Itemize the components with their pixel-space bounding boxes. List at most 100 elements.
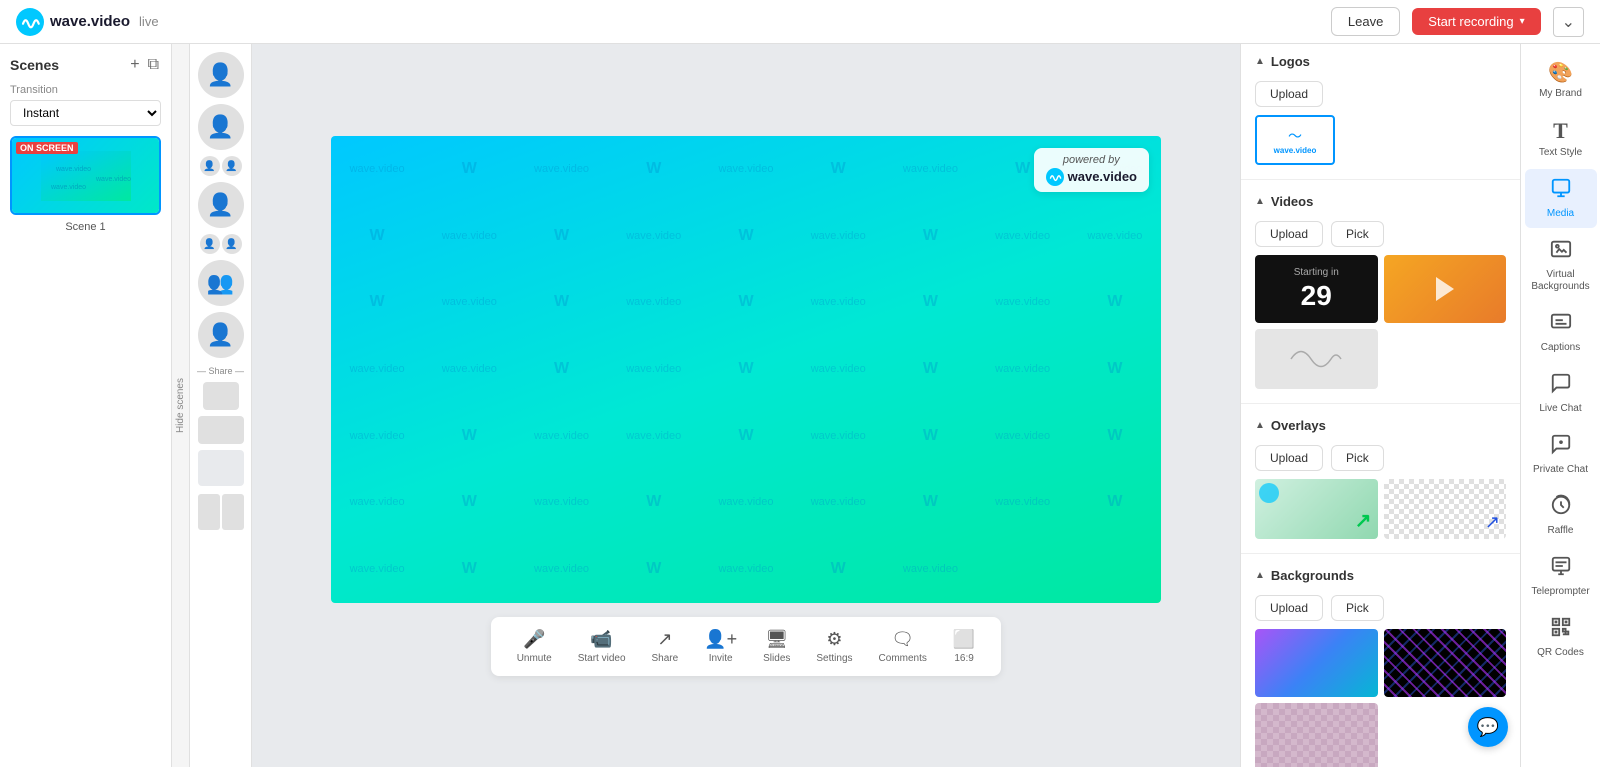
divider-3 (1241, 553, 1520, 554)
overlay-thumb-green[interactable]: ↗ (1255, 479, 1378, 539)
sidebar-label-media: Media (1547, 208, 1574, 220)
bg-thumb-texture[interactable] (1255, 703, 1378, 767)
sidebar-item-text-style[interactable]: T Text Style (1525, 110, 1597, 167)
videos-chevron-icon: ▲ (1255, 196, 1265, 207)
comments-icon: 🗨 (891, 629, 914, 650)
invite-button[interactable]: 👤+ Invite (694, 625, 747, 668)
sidebar-item-my-brand[interactable]: 🎨 My Brand (1525, 52, 1597, 108)
transition-label: Transition (10, 84, 161, 96)
video-thumb-play[interactable] (1384, 255, 1507, 323)
overlay-logo-icon (1259, 483, 1279, 503)
chat-fab-button[interactable]: 💬 (1468, 707, 1508, 747)
overlay-thumb-checkered[interactable]: ↗ (1384, 479, 1507, 539)
logos-upload-button[interactable]: Upload (1255, 81, 1323, 107)
sidebar-item-media[interactable]: Media (1525, 169, 1597, 228)
backgrounds-upload-button[interactable]: Upload (1255, 595, 1323, 621)
settings-label: Settings (816, 653, 852, 664)
start-recording-button[interactable]: Start recording ▾ (1412, 8, 1540, 35)
backgrounds-section-header[interactable]: ▲ Backgrounds (1241, 558, 1520, 589)
overlays-section-header[interactable]: ▲ Overlays (1241, 408, 1520, 439)
video-thumb-empty[interactable] (1255, 329, 1378, 389)
ratio-button[interactable]: ⬜ 16:9 (943, 625, 985, 668)
guest-slot-left (198, 494, 220, 530)
far-right-sidebar: 🎨 My Brand T Text Style Media (1520, 44, 1600, 767)
bg-thumb-dark-lines[interactable] (1384, 629, 1507, 697)
scene-1-thumbnail[interactable]: ON SCREEN wave.video wave.video wave.vid… (10, 136, 161, 215)
scenes-title: Scenes (10, 57, 59, 73)
logos-section-header[interactable]: ▲ Logos (1241, 44, 1520, 75)
guest-bottom-item (198, 450, 244, 486)
settings-icon: ⚙ (826, 629, 842, 650)
media-icon (1550, 177, 1572, 205)
copy-scene-button[interactable]: ⧉ (146, 54, 161, 76)
ratio-label: 16:9 (954, 653, 973, 664)
sidebar-label-virtual-backgrounds: Virtual Backgrounds (1529, 269, 1593, 293)
videos-pick-button[interactable]: Pick (1331, 221, 1384, 247)
overlays-upload-button[interactable]: Upload (1255, 445, 1323, 471)
scenes-header: Scenes + ⧉ (10, 54, 161, 76)
overlays-grid: ↗ ↗ (1255, 479, 1506, 539)
start-video-button[interactable]: 📹 Start video (568, 625, 636, 668)
logos-chevron-icon: ▲ (1255, 56, 1265, 67)
waveform-icon (1286, 339, 1346, 379)
sidebar-label-text-style: Text Style (1539, 147, 1582, 159)
videos-section-header[interactable]: ▲ Videos (1241, 184, 1520, 215)
guest-avatar-sm-1: 👤 (200, 156, 220, 176)
add-scene-button[interactable]: + (128, 54, 141, 76)
overlays-section-body: Upload Pick ↗ ↗ (1241, 439, 1520, 549)
sidebar-label-live-chat: Live Chat (1539, 403, 1581, 415)
videos-upload-button[interactable]: Upload (1255, 221, 1323, 247)
comments-button[interactable]: 🗨 Comments (869, 625, 937, 668)
transition-select[interactable]: Instant (10, 100, 161, 126)
sidebar-item-virtual-backgrounds[interactable]: Virtual Backgrounds (1525, 230, 1597, 301)
video-thumb-countdown[interactable]: Starting in 29 (1255, 255, 1378, 323)
unmute-label: Unmute (517, 653, 552, 664)
video-off-icon: 📹 (590, 629, 612, 650)
powered-by-text: powered by (1063, 154, 1120, 166)
on-screen-badge: ON SCREEN (16, 142, 78, 154)
leave-button[interactable]: Leave (1331, 7, 1400, 36)
overlays-pick-button[interactable]: Pick (1331, 445, 1384, 471)
settings-button[interactable]: ⚙ Settings (806, 625, 862, 668)
sidebar-item-raffle[interactable]: Raffle (1525, 486, 1597, 545)
unmute-button[interactable]: 🎤 Unmute (507, 625, 562, 668)
toolbar: 🎤 Unmute 📹 Start video ↗ Share 👤+ Invite… (491, 617, 1002, 676)
guest-avatar-4: 👥 (198, 260, 244, 306)
guest-avatar-icon-4: 👥 (207, 270, 234, 296)
overlay-arrow-1-icon: ↗ (1355, 508, 1372, 533)
main-canvas: wave.video W wave.video W wave.video W w… (331, 136, 1161, 603)
svg-text:wave.video: wave.video (50, 184, 86, 191)
backgrounds-pick-button[interactable]: Pick (1331, 595, 1384, 621)
watermark-grid: wave.video W wave.video W wave.video W w… (331, 136, 1161, 603)
tools-panel: ▲ Logos Upload 〜 wave.video ▲ Videos (1240, 44, 1520, 767)
sidebar-item-private-chat[interactable]: Private Chat (1525, 425, 1597, 484)
share-button[interactable]: ↗ Share (642, 625, 689, 668)
scene-1-name: Scene 1 (10, 221, 161, 233)
bg-thumb-purple-blue[interactable] (1255, 629, 1378, 697)
main-area: Scenes + ⧉ Transition Instant ON SCREEN … (0, 44, 1600, 767)
more-options-button[interactable]: ⌄ (1553, 7, 1584, 37)
countdown-number: 29 (1301, 280, 1332, 312)
videos-section-body: Upload Pick Starting in 29 (1241, 215, 1520, 399)
backgrounds-section-title: Backgrounds (1271, 568, 1354, 583)
guest-avatar-5: 👤 (198, 312, 244, 358)
logo-preview-item[interactable]: 〜 wave.video (1255, 115, 1335, 165)
share-label: Share (652, 653, 679, 664)
record-caret-icon: ▾ (1520, 16, 1525, 27)
divider-1 (1241, 179, 1520, 180)
slides-icon: 🖥 (765, 629, 788, 650)
sidebar-item-teleprompter[interactable]: Teleprompter (1525, 547, 1597, 606)
sidebar-item-live-chat[interactable]: Live Chat (1525, 364, 1597, 423)
logo-area: wave.video live (16, 8, 159, 36)
hide-scenes-toggle[interactable]: Hide scenes (172, 44, 190, 767)
guest-avatar-1: 👤 (198, 52, 244, 98)
wave-logo-icon (16, 8, 44, 36)
invite-label: Invite (709, 653, 733, 664)
slides-button[interactable]: 🖥 Slides (753, 625, 800, 668)
sidebar-label-captions: Captions (1541, 342, 1580, 354)
text-style-icon: T (1553, 118, 1568, 144)
sidebar-item-qr-codes[interactable]: QR Codes (1525, 608, 1597, 667)
my-brand-icon: 🎨 (1548, 60, 1573, 85)
scenes-panel: Scenes + ⧉ Transition Instant ON SCREEN … (0, 44, 172, 767)
sidebar-item-captions[interactable]: Captions (1525, 303, 1597, 362)
